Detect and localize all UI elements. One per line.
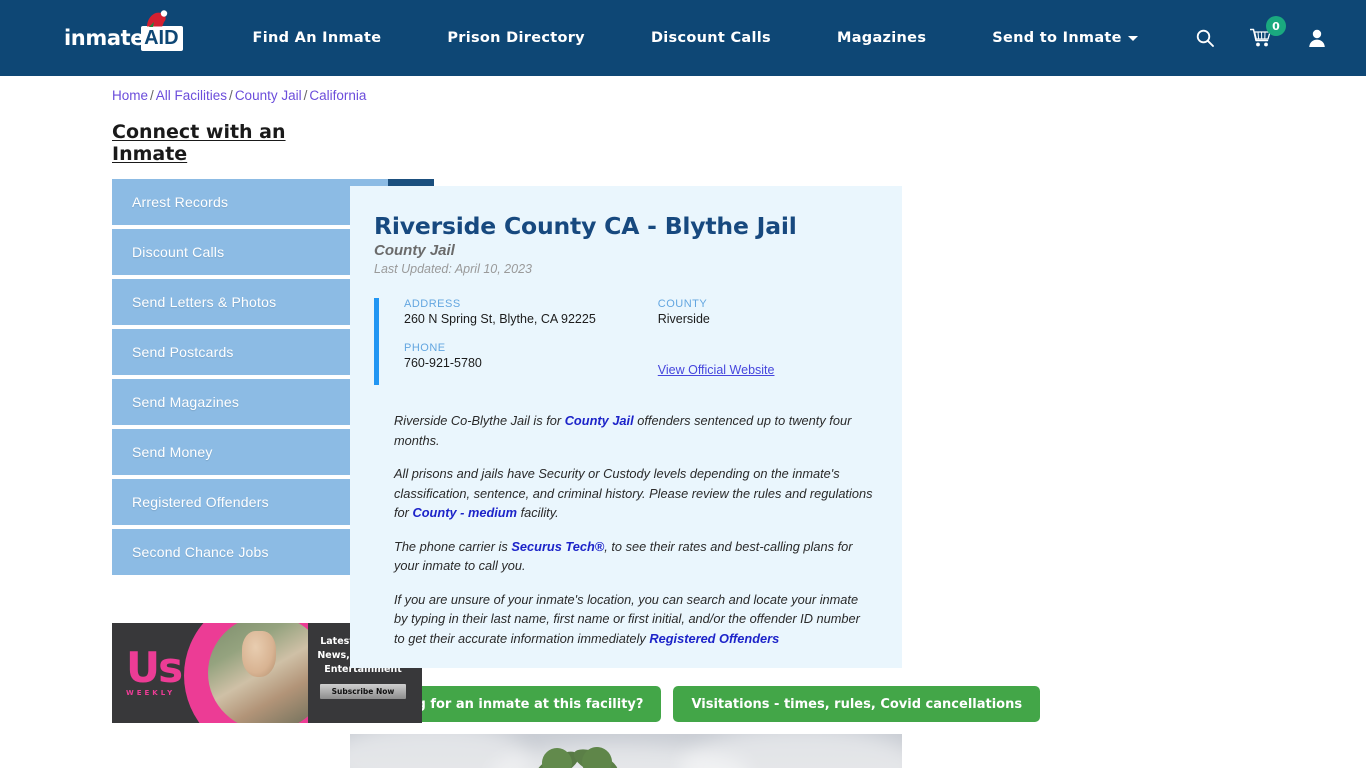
county-label: COUNTY <box>657 298 708 310</box>
sidebar-item-label: Send Money <box>132 444 213 460</box>
desc-p3-link-securus-tech[interactable]: Securus Tech® <box>511 539 604 554</box>
last-updated-text: Last Updated: April 10, 2023 <box>374 262 532 276</box>
sidebar-item-label: Send Letters & Photos <box>132 294 277 310</box>
top-navigation-bar: inmate AID Find An Inmate Prison Director… <box>0 0 1366 76</box>
ad-brand-text: Us <box>126 643 183 692</box>
left-sidebar: Home / All Facilities / County Jail / Californ… <box>0 76 434 768</box>
description-paragraph-1: Riverside Co-Blythe Jail is for County J… <box>394 411 874 450</box>
search-icon[interactable] <box>1192 25 1218 51</box>
nav-item-discount-calls[interactable]: Discount Calls <box>618 30 804 46</box>
sidebar-title: Connect with an Inmate <box>112 121 286 165</box>
ad-photo <box>208 623 308 723</box>
description-paragraph-2: All prisons and jails have Security or C… <box>394 464 874 523</box>
page-title: Riverside County CA - Blythe Jail <box>374 212 797 240</box>
description-paragraph-4: If you are unsure of your inmate's locat… <box>394 590 874 649</box>
sidebar-item-label: Discount Calls <box>132 244 225 260</box>
sidebar-item-label: Send Magazines <box>132 394 240 410</box>
nav-item-send-to-inmate-label: Send to Inmate <box>992 30 1122 46</box>
facility-info-panel: Riverside County CA - Blythe Jail County… <box>350 186 902 668</box>
county-value: Riverside <box>657 312 710 326</box>
ad-subscribe-button[interactable]: Subscribe Now <box>320 684 406 699</box>
ad-brand-logo: Us WEEKLY <box>126 647 183 697</box>
desc-p2-text-b: facility. <box>517 505 559 520</box>
ad-artwork: Us WEEKLY <box>112 623 308 723</box>
ad-brand-subtext: WEEKLY <box>126 689 176 697</box>
nav-item-prison-directory[interactable]: Prison Directory <box>414 30 618 46</box>
visitations-button[interactable]: Visitations - times, rules, Covid cancel… <box>673 686 1041 722</box>
desc-p2-link-county-medium[interactable]: County - medium <box>413 505 518 520</box>
shopping-cart-icon[interactable]: 0 <box>1248 16 1286 51</box>
phone-label: PHONE <box>404 342 446 354</box>
page-body: Home / All Facilities / County Jail / Californ… <box>0 76 1366 768</box>
logo-text: inmate <box>64 26 145 50</box>
desc-p1-link-county-jail[interactable]: County Jail <box>565 413 634 428</box>
contact-column-right: COUNTY Riverside View Official Website <box>658 298 878 379</box>
breadcrumb-separator: / <box>229 88 233 103</box>
facility-photo <box>350 734 902 768</box>
nav-item-send-to-inmate[interactable]: Send to Inmate <box>959 30 1171 46</box>
view-official-website-link[interactable]: View Official Website <box>658 363 775 377</box>
facility-description: Riverside Co-Blythe Jail is for County J… <box>374 411 878 648</box>
user-account-icon[interactable] <box>1304 25 1330 51</box>
breadcrumb-item-home[interactable]: Home <box>112 88 148 103</box>
nav-item-magazines[interactable]: Magazines <box>804 30 959 46</box>
main-content: Riverside County CA - Blythe Jail County… <box>350 76 1041 768</box>
desc-p4-text-a: If you are unsure of your inmate's locat… <box>394 591 860 646</box>
breadcrumb-item-county-jail[interactable]: County Jail <box>235 88 302 103</box>
phone-value: 760-921-5780 <box>404 356 482 370</box>
cart-count-badge: 0 <box>1266 16 1286 36</box>
breadcrumb-separator: / <box>150 88 154 103</box>
breadcrumb-item-all-facilities[interactable]: All Facilities <box>156 88 227 103</box>
santa-hat-icon <box>146 10 168 30</box>
sidebar-item-label: Arrest Records <box>132 194 229 210</box>
address-label: ADDRESS <box>404 298 461 310</box>
contact-details-block: ADDRESS 260 N Spring St, Blythe, CA 9222… <box>374 298 878 385</box>
breadcrumb: Home / All Facilities / County Jail / Californ… <box>112 76 366 103</box>
desc-p3-text-a: The phone carrier is <box>394 538 512 554</box>
nav-item-find-an-inmate[interactable]: Find An Inmate <box>253 30 415 46</box>
chevron-down-icon <box>1127 35 1138 41</box>
contact-column-left: ADDRESS 260 N Spring St, Blythe, CA 9222… <box>404 298 658 379</box>
desc-p1-text-a: Riverside Co-Blythe Jail is for <box>394 413 565 428</box>
site-logo[interactable]: inmate AID <box>64 0 183 76</box>
sidebar-item-label: Second Chance Jobs <box>132 544 269 560</box>
main-nav-items: Find An Inmate Prison Directory Discount… <box>253 30 1192 46</box>
header-icon-group: 0 <box>1192 16 1342 51</box>
sidebar-button-list: Arrest Records Discount Calls Send Lette… <box>112 179 434 575</box>
description-paragraph-3: The phone carrier is Securus Tech®, to s… <box>394 537 874 576</box>
facility-type-label: County Jail <box>374 242 455 259</box>
sidebar-item-label: Send Postcards <box>132 344 234 360</box>
address-value: 260 N Spring St, Blythe, CA 92225 <box>404 312 596 326</box>
desc-p4-link-registered-offenders[interactable]: Registered Offenders <box>649 631 779 646</box>
action-button-row: Looking for an inmate at this facility? … <box>350 686 1041 722</box>
sidebar-item-label: Registered Offenders <box>132 494 269 510</box>
